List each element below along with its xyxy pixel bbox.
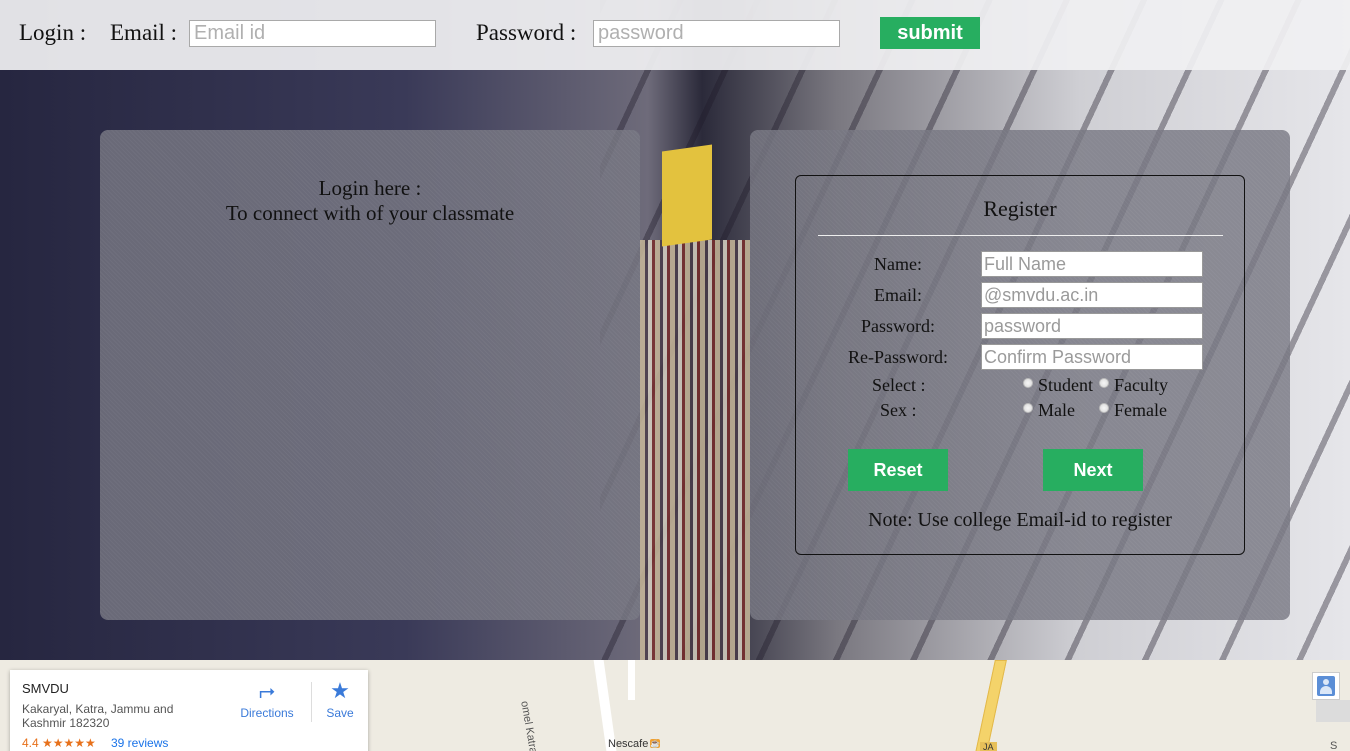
student-radio[interactable] <box>1023 378 1033 388</box>
login-here-heading: Login here : <box>318 176 422 200</box>
email-label-register: Email: <box>874 285 922 305</box>
books <box>640 240 750 660</box>
password-label-register: Password: <box>861 316 936 336</box>
cafe-icon[interactable]: ☕ <box>650 739 660 748</box>
login-label: Login : <box>19 20 87 45</box>
map-embed[interactable]: omel Katra Route Nescafe ☕ JA S SMVDU Ka… <box>0 660 1350 751</box>
directions-button[interactable]: ⮣ Directions <box>234 680 300 720</box>
email-label: Email : <box>110 20 178 45</box>
confirm-password-input[interactable] <box>981 344 1203 370</box>
login-info-text: Login here : To connect with of your cla… <box>100 176 640 226</box>
submit-button[interactable]: submit <box>880 17 980 49</box>
faculty-option-label: Faculty <box>1114 375 1168 395</box>
email-input[interactable] <box>189 20 436 47</box>
map-highway <box>975 660 1007 751</box>
select-label: Select : <box>872 375 926 395</box>
register-note: Note: Use college Email-id to register <box>868 509 1172 531</box>
map-controls <box>1316 700 1350 722</box>
highway-label: JA <box>980 742 997 751</box>
poi-label[interactable]: Nescafe <box>608 738 648 750</box>
login-bar: Login : Email : Password : submit <box>0 0 1350 70</box>
directions-icon: ⮣ <box>259 680 275 702</box>
faculty-radio[interactable] <box>1099 378 1109 388</box>
male-option-label: Male <box>1038 400 1075 420</box>
next-button[interactable]: Next <box>1043 449 1143 491</box>
password-input[interactable] <box>593 20 840 47</box>
student-option-label: Student <box>1038 375 1094 395</box>
place-card: SMVDU Kakaryal, Katra, Jammu and Kashmir… <box>10 670 368 751</box>
title-divider <box>818 235 1223 236</box>
register-password-input[interactable] <box>981 313 1203 339</box>
login-info-panel: Login here : To connect with of your cla… <box>100 130 640 620</box>
place-rating: 4.4 ★★★★★ <box>22 736 96 750</box>
street-view-pegman-icon[interactable] <box>1312 672 1340 700</box>
directions-label: Directions <box>240 706 294 720</box>
reset-button[interactable]: Reset <box>848 449 948 491</box>
map-edge-label: S <box>1330 740 1338 751</box>
female-radio[interactable] <box>1099 403 1109 413</box>
star-icon: ★ <box>330 678 350 703</box>
reviews-link[interactable]: 39 reviews <box>111 736 168 750</box>
sex-label: Sex : <box>880 400 917 420</box>
name-label: Name: <box>874 254 922 274</box>
login-here-subtext: To connect with of your classmate <box>225 201 515 225</box>
password-label: Password : <box>476 20 577 45</box>
full-name-input[interactable] <box>981 251 1203 277</box>
repassword-label: Re-Password: <box>848 347 948 367</box>
save-label: Save <box>326 706 354 720</box>
register-form: Register Name: Email: Password: Re-Passw… <box>795 175 1245 555</box>
register-panel: Register Name: Email: Password: Re-Passw… <box>750 130 1290 620</box>
female-option-label: Female <box>1114 400 1167 420</box>
map-road-branch <box>628 660 635 700</box>
card-divider <box>311 682 312 722</box>
male-radio[interactable] <box>1023 403 1033 413</box>
road-label: omel Katra Route <box>518 700 545 751</box>
save-button[interactable]: ★ Save <box>318 678 362 721</box>
register-email-input[interactable] <box>981 282 1203 308</box>
register-title: Register <box>983 196 1057 221</box>
place-name: SMVDU <box>22 681 69 696</box>
yellow-book <box>662 144 712 247</box>
place-address: Kakaryal, Katra, Jammu and Kashmir 18232… <box>22 702 174 730</box>
